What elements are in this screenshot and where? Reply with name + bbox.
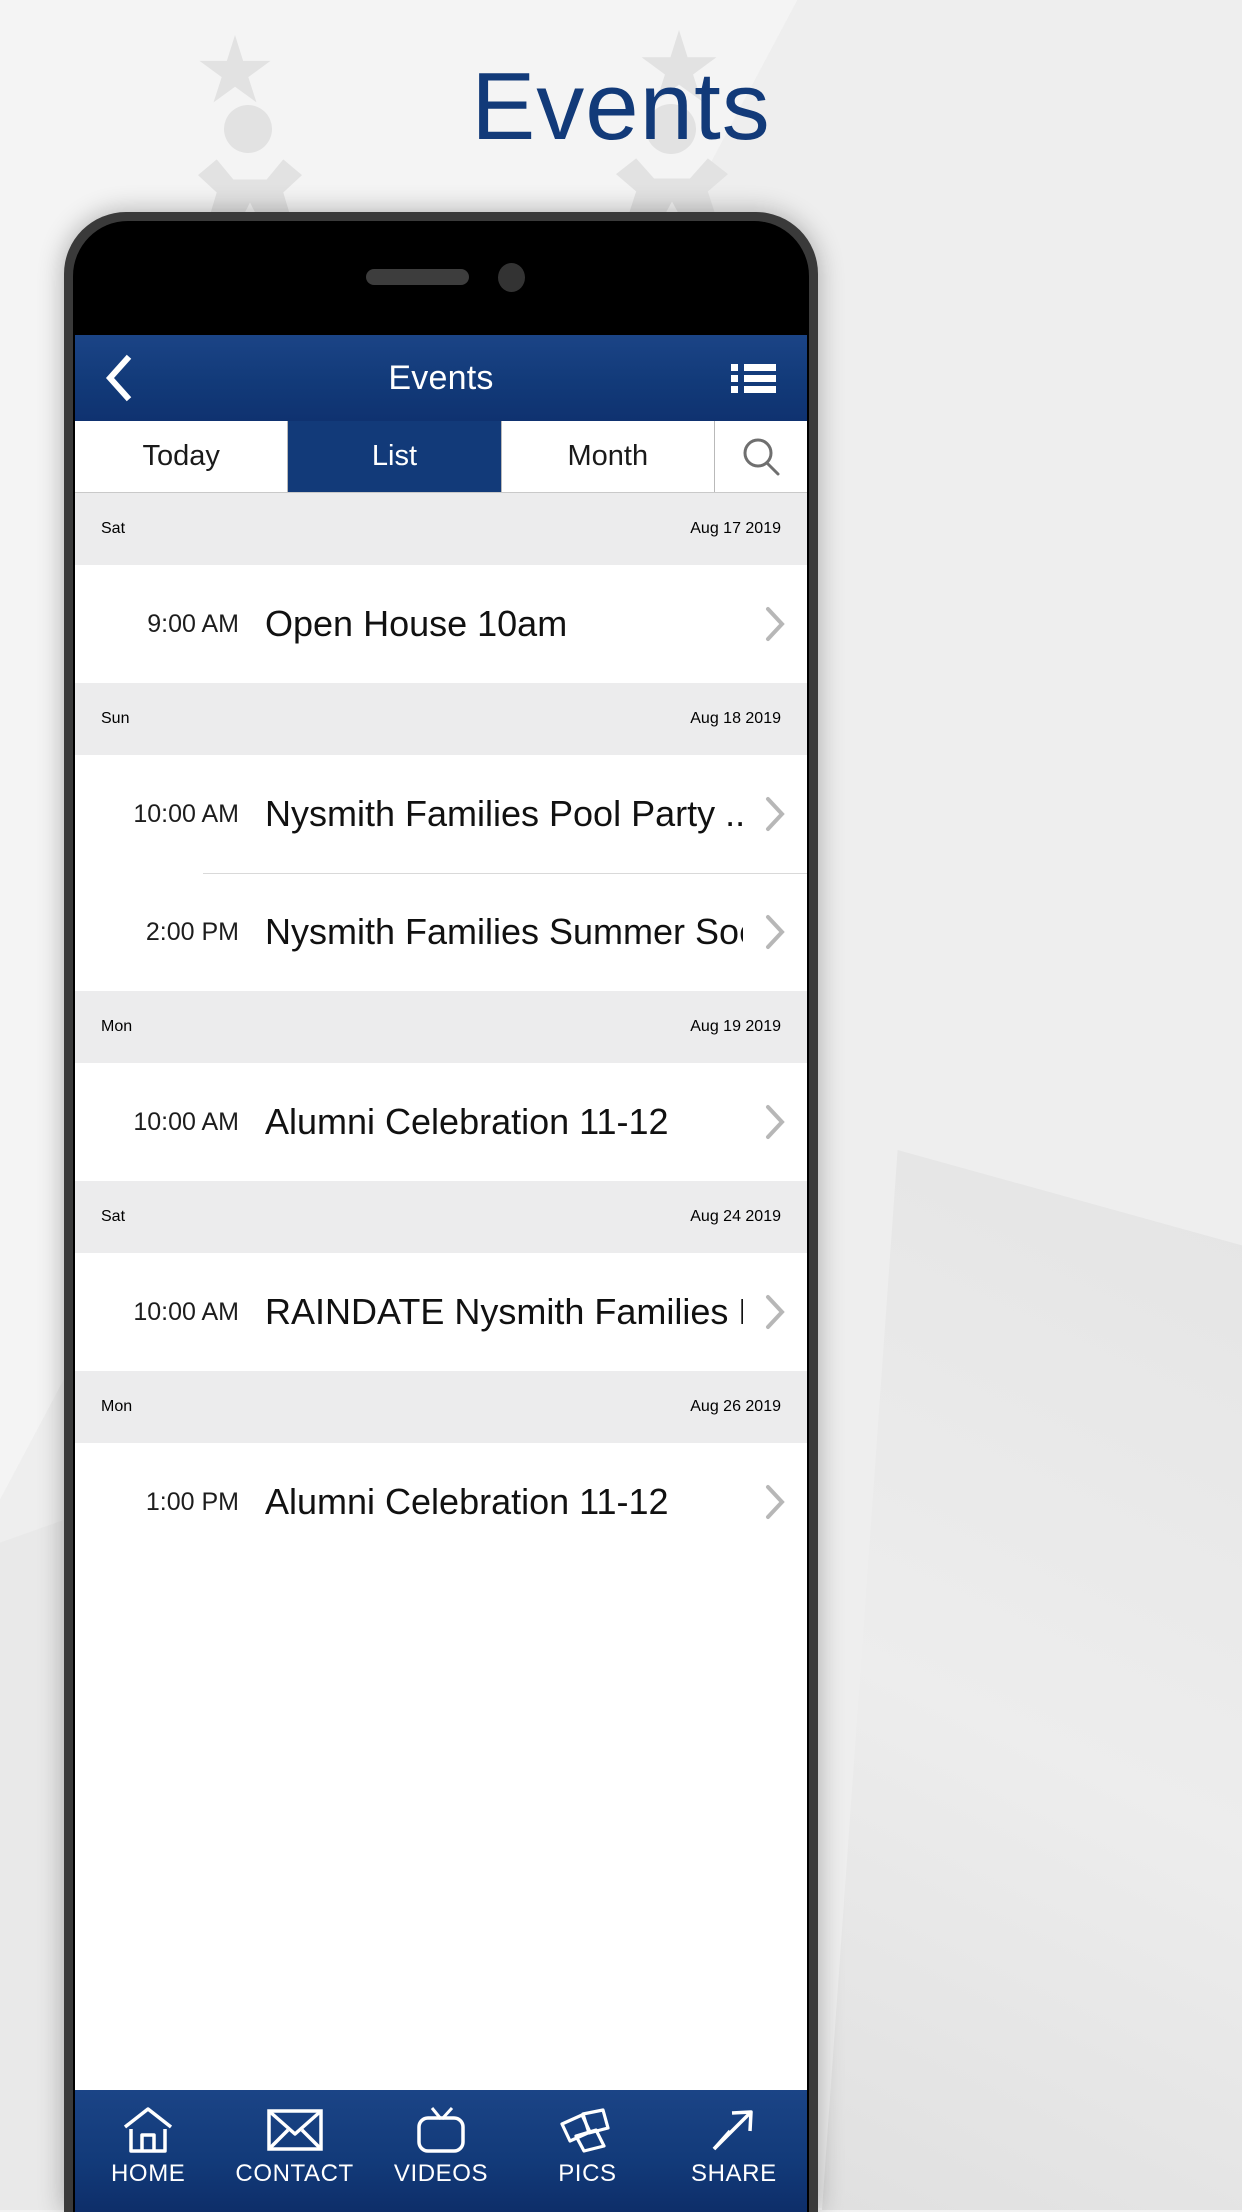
phone-notch-area	[73, 221, 809, 335]
view-tabs: Today List Month	[75, 421, 807, 493]
date-header: Sat Aug 17 2019	[75, 493, 807, 565]
bottom-nav-videos[interactable]: VIDEOS	[368, 2090, 514, 2212]
event-time: 10:00 AM	[133, 799, 239, 828]
navbar-title: Events	[388, 358, 494, 397]
event-time: 2:00 PM	[145, 917, 239, 946]
tab-today[interactable]: Today	[75, 421, 289, 492]
event-title: RAINDATE Nysmith Families Po...	[265, 1291, 743, 1332]
bottom-nav-label: HOME	[111, 2160, 186, 2187]
earpiece-speaker	[366, 269, 469, 285]
chevron-right-icon	[743, 796, 807, 832]
app-navbar: Events	[75, 335, 807, 421]
tab-list[interactable]: List	[288, 421, 502, 492]
date-header-date: Aug 19 2019	[690, 1018, 781, 1035]
menu-button[interactable]	[715, 335, 791, 421]
event-list[interactable]: Sat Aug 17 2019 9:00 AM Open House 10am …	[75, 493, 807, 1561]
bottom-navigation: HOME CONTACT VIDEOS PICS SHARE	[75, 2090, 807, 2212]
date-header-date: Aug 17 2019	[690, 520, 781, 537]
date-header: Sun Aug 18 2019	[75, 683, 807, 755]
date-header-dow: Sat	[101, 520, 126, 537]
home-icon	[121, 2102, 175, 2158]
date-header: Sat Aug 24 2019	[75, 1181, 807, 1253]
event-row[interactable]: 2:00 PM Nysmith Families Summer Soci...	[75, 873, 807, 991]
chevron-right-icon	[743, 1294, 807, 1330]
event-title: Nysmith Families Pool Party ...	[265, 793, 743, 834]
date-header-dow: Sat	[101, 1208, 126, 1225]
event-row[interactable]: 10:00 AM Nysmith Families Pool Party ...	[75, 755, 807, 873]
front-camera-icon	[498, 263, 525, 292]
event-time: 10:00 AM	[133, 1297, 239, 1326]
tab-month[interactable]: Month	[501, 421, 715, 492]
event-title: Nysmith Families Summer Soci...	[265, 911, 743, 952]
photos-icon	[556, 2102, 618, 2158]
event-row[interactable]: 10:00 AM Alumni Celebration 11-12	[75, 1063, 807, 1181]
event-time: 10:00 AM	[133, 1107, 239, 1136]
event-title: Alumni Celebration 11-12	[265, 1101, 669, 1142]
date-header-dow: Mon	[101, 1018, 133, 1035]
date-header-date: Aug 18 2019	[690, 710, 781, 727]
date-header: Mon Aug 19 2019	[75, 991, 807, 1063]
chevron-right-icon	[743, 1104, 807, 1140]
tv-icon	[412, 2102, 470, 2158]
event-title: Alumni Celebration 11-12	[265, 1481, 669, 1522]
search-button[interactable]	[714, 421, 807, 492]
envelope-icon	[266, 2102, 324, 2158]
bottom-nav-contact[interactable]: CONTACT	[221, 2090, 367, 2212]
event-time: 9:00 AM	[147, 609, 239, 638]
date-header-date: Aug 26 2019	[690, 1398, 781, 1415]
bottom-nav-share[interactable]: SHARE	[661, 2090, 807, 2212]
search-icon	[739, 435, 783, 479]
list-menu-icon	[730, 360, 776, 397]
bottom-nav-label: SHARE	[690, 2160, 777, 2187]
bottom-nav-home[interactable]: HOME	[75, 2090, 221, 2212]
decorative-panel-right	[822, 1150, 1242, 2210]
event-time: 1:00 PM	[145, 1487, 239, 1516]
bottom-nav-label: PICS	[558, 2160, 617, 2187]
event-row[interactable]: 10:00 AM RAINDATE Nysmith Families Po...	[75, 1253, 807, 1371]
chevron-right-icon	[743, 1484, 807, 1520]
bottom-nav-label: CONTACT	[235, 2160, 354, 2187]
share-arrow-icon	[706, 2102, 762, 2158]
chevron-left-icon	[103, 354, 133, 402]
bottom-nav-pics[interactable]: PICS	[514, 2090, 660, 2212]
date-header: Mon Aug 26 2019	[75, 1371, 807, 1443]
chevron-right-icon	[743, 914, 807, 950]
page-title: Events	[471, 53, 771, 160]
date-header-dow: Sun	[101, 710, 130, 727]
back-button[interactable]	[75, 335, 161, 421]
date-header-dow: Mon	[101, 1398, 133, 1415]
event-row[interactable]: 1:00 PM Alumni Celebration 11-12	[75, 1443, 807, 1561]
phone-screen-frame: Events Today List Month Sat Aug 17 2019 …	[73, 221, 809, 2212]
event-title: Open House 10am	[265, 603, 568, 644]
app-screen: Events Today List Month Sat Aug 17 2019 …	[75, 335, 807, 2212]
bottom-nav-label: VIDEOS	[393, 2160, 489, 2187]
event-row[interactable]: 9:00 AM Open House 10am	[75, 565, 807, 683]
date-header-date: Aug 24 2019	[690, 1208, 781, 1225]
chevron-right-icon	[743, 606, 807, 642]
phone-mockup: Events Today List Month Sat Aug 17 2019 …	[64, 212, 818, 2212]
